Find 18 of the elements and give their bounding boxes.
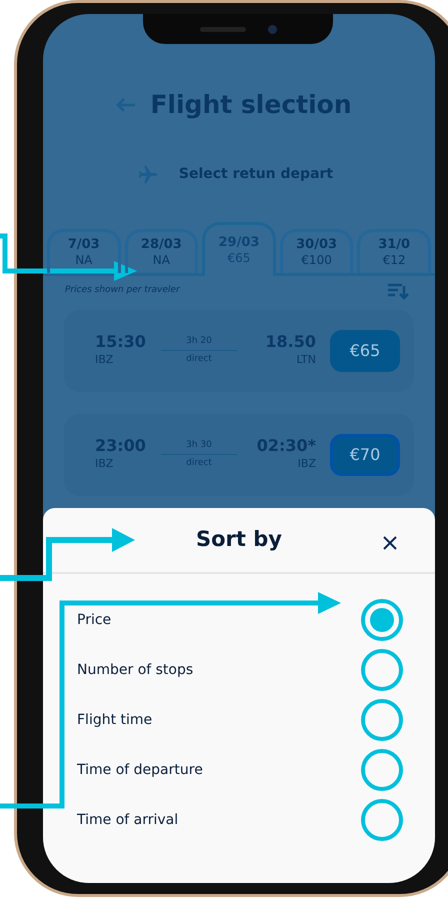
price-note: Prices shown per traveler [65,284,180,297]
sheet-title: Sort by [196,526,282,554]
sort-option-label: Time of arrival [77,810,178,830]
sort-option-label: Number of stops [77,660,194,680]
sort-option-label: Flight time [77,710,152,730]
radio-button[interactable] [361,749,403,791]
close-icon[interactable] [383,536,397,550]
sort-option-label: Time of departure [77,760,203,780]
sort-icon[interactable] [387,282,409,300]
radio-button[interactable] [361,599,403,641]
radio-button[interactable] [361,699,403,741]
radio-button[interactable] [361,799,403,841]
back-arrow-icon[interactable] [116,96,136,113]
radio-button[interactable] [361,649,403,691]
airplane-icon [136,164,159,186]
price-button[interactable]: €65 [330,330,400,372]
price-button[interactable]: €70 [330,434,400,476]
sort-option-label: Price [77,610,112,630]
